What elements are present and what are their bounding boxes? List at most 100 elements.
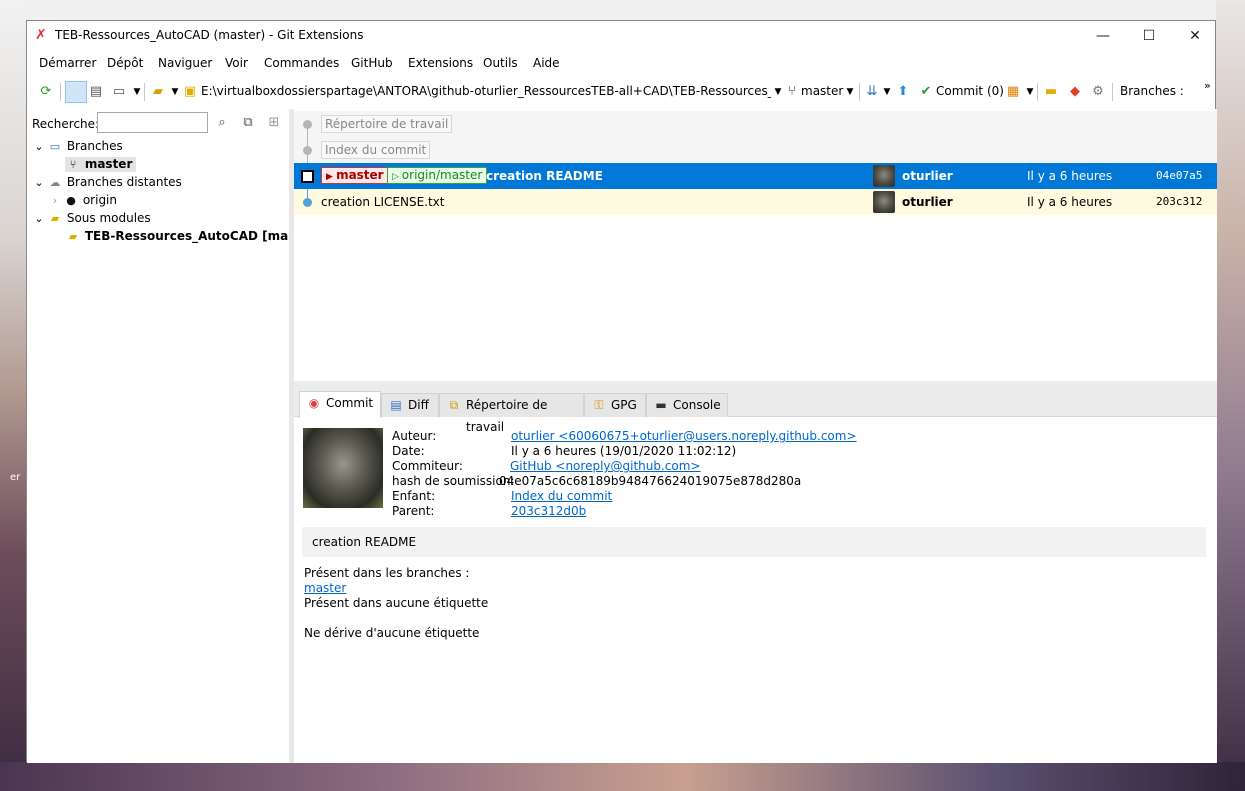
toolbar-separator xyxy=(1112,83,1113,101)
tab-commit[interactable]: ◉ Commit xyxy=(299,391,381,418)
menu-voir[interactable]: Voir xyxy=(225,56,248,70)
parent-link[interactable]: 203c312d0b xyxy=(511,504,586,518)
badge-local-branch[interactable]: ▶ master xyxy=(321,167,389,184)
label-child: Enfant: xyxy=(392,489,436,503)
repository-path[interactable]: E:\virtualboxdossierspartage\ANTORA\gith… xyxy=(201,84,771,98)
desktop-background-left xyxy=(0,0,26,791)
menu-commandes[interactable]: Commandes xyxy=(264,56,339,70)
tab-diff[interactable]: ▤ Diff xyxy=(381,393,439,417)
minimize-button[interactable]: — xyxy=(1080,21,1126,51)
menu-github[interactable]: GitHub xyxy=(351,56,393,70)
tab-gpg[interactable]: ⚿ GPG xyxy=(584,393,646,417)
menu-naviguer[interactable]: Naviguer xyxy=(158,56,212,70)
expand-chevron-icon[interactable]: ⌄ xyxy=(31,176,47,190)
author-link[interactable]: oturlier <60060675+oturlier@users.norepl… xyxy=(511,429,857,443)
tree-node-submodules[interactable]: ⌄ ▰ Sous modules xyxy=(31,211,150,226)
commit-subject: creation LICENSE.txt xyxy=(321,195,445,209)
commit-message: creation README xyxy=(302,527,1206,557)
branch-icon: ⑂ xyxy=(69,157,77,171)
badge-remote-branch[interactable]: ▷ origin/master xyxy=(387,167,488,184)
toolbar-separator xyxy=(60,83,61,101)
tree-label-branches: Branches xyxy=(66,139,123,153)
author-avatar xyxy=(873,191,895,213)
stash-icon[interactable]: ▦ xyxy=(1004,83,1022,101)
expand-chevron-icon[interactable]: ⌄ xyxy=(31,140,47,154)
graph-row-commit[interactable]: creation LICENSE.txt oturlier Il y a 6 h… xyxy=(294,189,1217,215)
toolbar-overflow-button[interactable]: » xyxy=(1204,79,1211,92)
layout-horizontal-icon[interactable]: ▤ xyxy=(87,83,105,101)
graph-node xyxy=(303,198,312,207)
commit-index-label: Index du commit xyxy=(321,141,431,159)
expand-chevron-icon[interactable]: ⌄ xyxy=(31,212,47,226)
search-icon[interactable]: ⌕ xyxy=(213,114,231,132)
commit-author: oturlier xyxy=(902,195,953,209)
committer-link[interactable]: GitHub <noreply@github.com> xyxy=(510,459,701,473)
branch-link-master[interactable]: master xyxy=(304,581,346,595)
tree-node-master[interactable]: ⑂ master xyxy=(65,157,137,172)
graph-row-index[interactable]: Index du commit xyxy=(294,137,1217,163)
tree-label-remote-branches: Branches distantes xyxy=(66,175,182,189)
commit-check-icon[interactable]: ✔ xyxy=(917,83,935,101)
menu-depot[interactable]: Dépôt xyxy=(107,56,143,70)
toolbar-separator xyxy=(1037,83,1038,101)
desktop-background-right xyxy=(1216,0,1245,791)
layout-vertical-icon[interactable]: ▭ xyxy=(110,83,128,101)
maximize-button[interactable]: ☐ xyxy=(1126,21,1172,51)
collapse-all-icon[interactable]: ⧉ xyxy=(239,114,257,132)
title-bar: ✗ TEB-Ressources_AutoCAD (master) - Git … xyxy=(27,21,1215,51)
label-hash: hash de soumission: xyxy=(392,474,515,488)
close-button[interactable]: ✕ xyxy=(1172,21,1218,51)
tree-node-submodule-item[interactable]: ▰ TEB-Ressources_AutoCAD [master] xyxy=(65,229,321,244)
git-extensions-logo-icon: ✗ xyxy=(35,27,47,43)
git-bash-icon[interactable]: ◆ xyxy=(1066,83,1084,101)
label-parent: Parent: xyxy=(392,504,435,518)
window-title: TEB-Ressources_AutoCAD (master) - Git Ex… xyxy=(55,28,364,42)
collapsed-chevron-icon[interactable]: › xyxy=(47,194,63,208)
tab-console[interactable]: ▬ Console xyxy=(646,393,728,417)
tab-working-dir[interactable]: ⧉ Répertoire de travail xyxy=(439,393,584,434)
folder-icon[interactable]: ▬ xyxy=(1042,83,1060,101)
no-derive-text: Ne dérive d'aucune étiquette xyxy=(304,626,480,640)
file-tree-tab-icon: ⧉ xyxy=(449,398,459,412)
graph-row-working-dir[interactable]: Répertoire de travail xyxy=(294,111,1217,137)
refresh-icon[interactable]: ⟳ xyxy=(37,83,55,101)
commit-button[interactable]: Commit (0) xyxy=(936,84,1004,98)
label-date: Date: xyxy=(392,444,425,458)
git-extensions-window: ✗ TEB-Ressources_AutoCAD (master) - Git … xyxy=(26,20,1217,763)
settings-gear-icon[interactable]: ⚙ xyxy=(1089,83,1107,101)
horizontal-splitter[interactable] xyxy=(294,381,1217,391)
revision-graph: Répertoire de travail Index du commit ▶ … xyxy=(294,109,1217,381)
menu-extensions[interactable]: Extensions xyxy=(408,56,473,70)
toolbar-separator xyxy=(859,83,860,101)
menu-outils[interactable]: Outils xyxy=(483,56,518,70)
show-tree-icon[interactable]: ⊞ xyxy=(265,114,283,132)
child-link[interactable]: Index du commit xyxy=(511,489,612,503)
submodule-folder-icon: ▰ xyxy=(50,211,60,225)
branches-header: Présent dans les branches : xyxy=(304,566,470,580)
toolbar-separator xyxy=(144,83,145,101)
toggle-left-panel-button[interactable] xyxy=(65,81,87,103)
commit-hash-full: 04e07a5c6c68189b948476624019075e878d280a xyxy=(499,474,802,488)
graph-row-commit-selected[interactable]: ▶ master ▷ origin/master creation README… xyxy=(294,163,1217,189)
open-repo-folder-icon[interactable]: ▰ xyxy=(149,83,167,101)
toolbar: ⟳ ▤ ▭ ▼ ▰ ▼ ▣ E:\virtualboxdossiersparta… xyxy=(27,79,1215,105)
commit-hash: 203c312 xyxy=(1156,195,1203,208)
search-input[interactable] xyxy=(97,112,208,133)
graph-node-selected xyxy=(301,170,314,183)
current-branch[interactable]: master xyxy=(801,84,843,98)
graph-node xyxy=(303,120,312,129)
commit-date: Il y a 6 heures xyxy=(1027,195,1113,209)
tree-node-branches[interactable]: ⌄ ▭ Branches xyxy=(31,139,123,154)
tree-node-origin[interactable]: › ● origin xyxy=(47,193,117,208)
author-avatar xyxy=(873,165,895,187)
tree-label-origin: origin xyxy=(82,193,117,207)
detail-tabs: ◉ Commit ▤ Diff ⧉ Répertoire de travail … xyxy=(294,391,1217,434)
branch-icon: ⑂ xyxy=(788,84,796,99)
menu-aide[interactable]: Aide xyxy=(533,56,560,70)
computer-icon: ▭ xyxy=(49,139,61,153)
push-icon[interactable]: ⬆ xyxy=(894,83,912,101)
branches-filter-label: Branches : xyxy=(1120,84,1184,98)
menu-demarrer[interactable]: Démarrer xyxy=(39,56,96,70)
tree-node-remote-branches[interactable]: ⌄ ☁ Branches distantes xyxy=(31,175,182,190)
chevron-down-icon[interactable]: ▼ xyxy=(841,83,859,101)
